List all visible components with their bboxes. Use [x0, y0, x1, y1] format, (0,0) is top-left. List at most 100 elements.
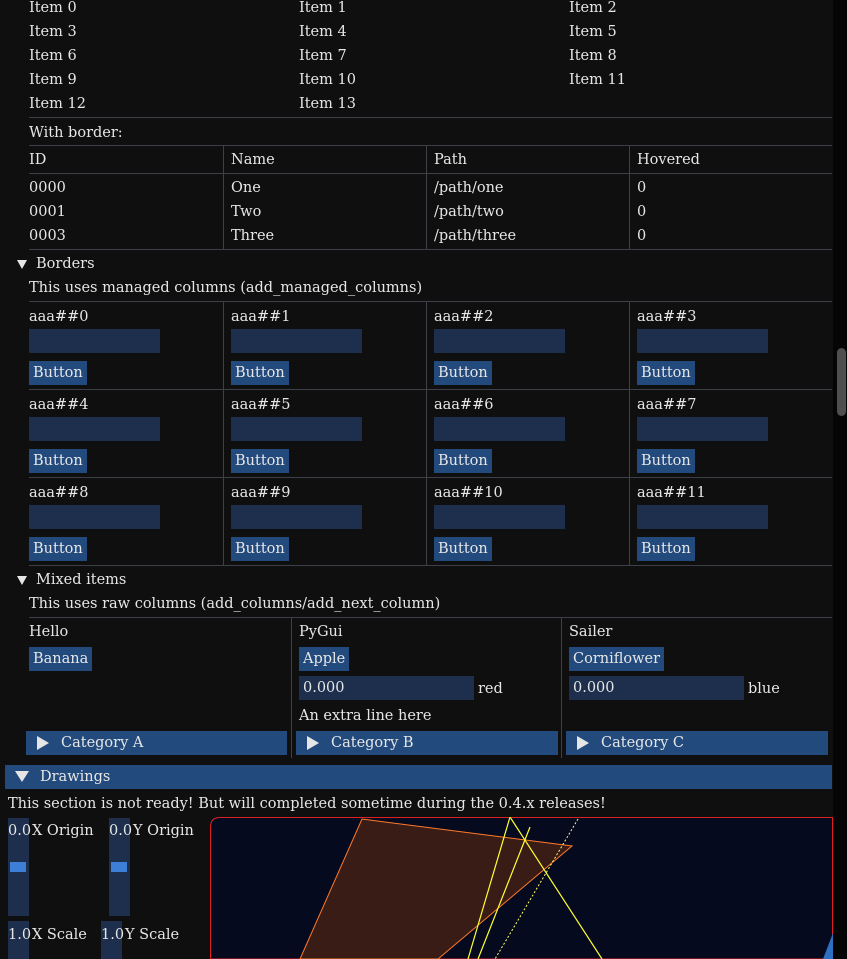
category-c-label: Category C	[601, 735, 684, 751]
column-border	[223, 302, 224, 565]
extra-line-text: An extra line here	[299, 708, 432, 724]
cell-input[interactable]	[231, 417, 362, 441]
grid-item: Item 9	[29, 72, 77, 88]
column-border	[426, 302, 427, 565]
column-border	[223, 146, 224, 249]
collapse-arrow-icon[interactable]	[17, 260, 27, 269]
mixed-items-header[interactable]: Mixed items	[36, 573, 126, 588]
slider-grab[interactable]	[111, 862, 127, 872]
y-origin-value: 0.0	[109, 823, 133, 839]
cell-button[interactable]: Button	[434, 537, 492, 561]
cell-input[interactable]	[637, 329, 768, 353]
column-header-hello: Hello	[29, 624, 69, 640]
table-cell: /path/three	[434, 228, 517, 244]
cell-button[interactable]: Button	[231, 537, 289, 561]
cell-label: aaa##11	[637, 485, 706, 501]
grid-item: Item 13	[299, 96, 356, 112]
drawing-canvas[interactable]	[210, 817, 833, 959]
cell-input[interactable]	[231, 329, 362, 353]
cell-input[interactable]	[29, 417, 160, 441]
cell-button[interactable]: Button	[637, 449, 695, 473]
y-origin-label: Y Origin	[133, 823, 194, 839]
table-cell: Two	[231, 204, 262, 220]
table-cell: 0000	[29, 180, 66, 196]
grid-item: Item 10	[299, 72, 356, 88]
cell-input[interactable]	[231, 505, 362, 529]
y-scale-value: 1.0	[101, 927, 125, 943]
x-origin-value: 0.0	[8, 823, 32, 839]
blue-input[interactable]: 0.000	[569, 676, 744, 700]
cell-input[interactable]	[434, 329, 565, 353]
cell-label: aaa##0	[29, 309, 89, 325]
cell-button[interactable]: Button	[637, 537, 695, 561]
grid-item: Item 4	[299, 24, 347, 40]
column-border	[629, 302, 630, 565]
grid-item: Item 8	[569, 48, 617, 64]
cell-input[interactable]	[434, 505, 565, 529]
table-cell: One	[231, 180, 261, 196]
cell-input[interactable]	[434, 417, 565, 441]
cell-button[interactable]: Button	[637, 361, 695, 385]
slider-grab[interactable]	[10, 862, 26, 872]
cell-button[interactable]: Button	[29, 537, 87, 561]
collapse-arrow-icon[interactable]	[17, 576, 27, 585]
column-header-sailer: Sailer	[569, 624, 613, 640]
expand-arrow-icon	[307, 736, 319, 750]
mixed-items-description: This uses raw columns (add_columns/add_n…	[29, 596, 441, 612]
cell-label: aaa##6	[434, 397, 494, 413]
grid-item: Item 7	[299, 48, 347, 64]
row-border	[29, 477, 832, 478]
grid-item: Item 6	[29, 48, 77, 64]
grid-item: Item 2	[569, 0, 617, 16]
mixed-top-border	[29, 617, 832, 618]
table-cell: 0001	[29, 204, 66, 220]
borders-header[interactable]: Borders	[36, 257, 95, 272]
x-scale-value: 1.0	[8, 927, 32, 943]
row-border	[29, 301, 832, 302]
table-top-border	[29, 145, 832, 146]
red-input[interactable]: 0.000	[299, 676, 474, 700]
cell-button[interactable]: Button	[29, 361, 87, 385]
cell-button[interactable]: Button	[434, 361, 492, 385]
with-border-label: With border:	[29, 125, 123, 141]
apple-button[interactable]: Apple	[299, 647, 350, 671]
category-a-label: Category A	[61, 735, 144, 751]
column-header-pygui: PyGui	[299, 624, 343, 640]
grid-item: Item 0	[29, 0, 77, 16]
grid-item: Item 5	[569, 24, 617, 40]
cell-input[interactable]	[29, 329, 160, 353]
table-header-cell: ID	[29, 152, 47, 168]
cell-button[interactable]: Button	[29, 449, 87, 473]
banana-button[interactable]: Banana	[29, 647, 93, 671]
corniflower-button[interactable]: Corniflower	[569, 647, 665, 671]
cell-label: aaa##4	[29, 397, 89, 413]
cell-button[interactable]: Button	[434, 449, 492, 473]
cell-input[interactable]	[637, 417, 768, 441]
drawings-notice: This section is not ready! But will comp…	[8, 796, 606, 812]
header-divider	[29, 173, 832, 174]
x-origin-label: X Origin	[32, 823, 94, 839]
cell-label: aaa##9	[231, 485, 291, 501]
column-border	[561, 618, 562, 758]
column-border	[426, 146, 427, 249]
divider	[29, 117, 832, 118]
grid-item: Item 11	[569, 72, 626, 88]
cell-button[interactable]: Button	[231, 361, 289, 385]
grid-item: Item 1	[299, 0, 347, 16]
drawings-header[interactable]	[5, 765, 832, 789]
x-scale-label: X Scale	[32, 927, 87, 943]
scrollbar-track[interactable]	[833, 0, 847, 959]
table-header-cell: Path	[434, 152, 467, 168]
cell-input[interactable]	[637, 505, 768, 529]
collapse-arrow-icon	[15, 771, 29, 782]
category-b-label: Category B	[331, 735, 414, 751]
grid-item: Item 12	[29, 96, 86, 112]
cell-label: aaa##8	[29, 485, 89, 501]
scrollbar-thumb[interactable]	[837, 348, 846, 416]
column-border	[629, 146, 630, 249]
drawings-title: Drawings	[40, 769, 111, 785]
cell-input[interactable]	[29, 505, 160, 529]
table-cell: /path/two	[434, 204, 504, 220]
cell-label: aaa##2	[434, 309, 494, 325]
cell-button[interactable]: Button	[231, 449, 289, 473]
